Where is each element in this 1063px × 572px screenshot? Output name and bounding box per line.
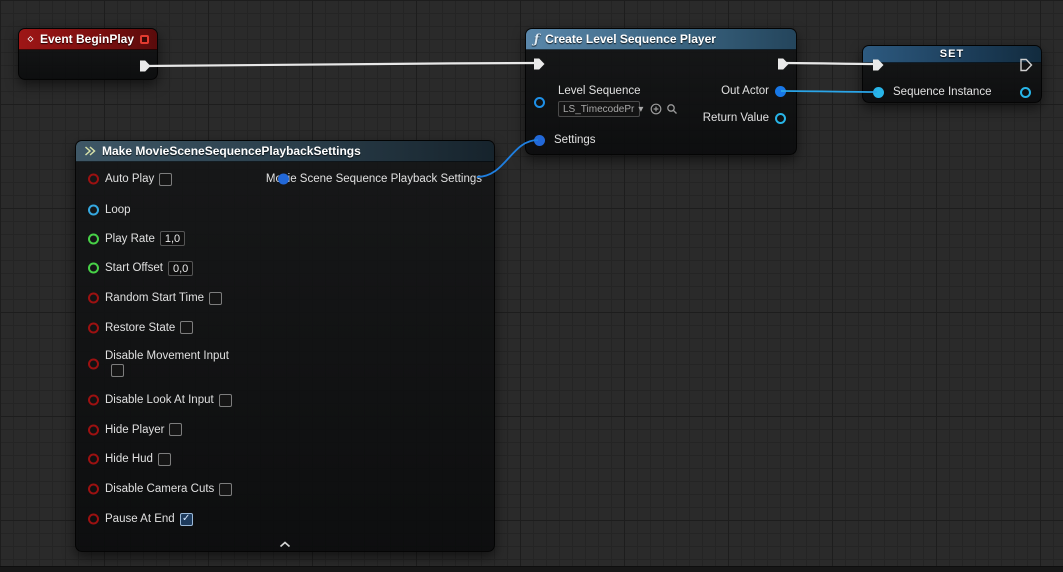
hide-hud-label: Hide Hud	[105, 453, 153, 465]
graph-bottom-edge	[0, 566, 1063, 572]
disable-camera-cuts-checkbox[interactable]	[219, 483, 232, 496]
make-struct-icon	[84, 145, 96, 157]
hide-player-label: Hide Player	[105, 424, 164, 436]
browse-asset-icon[interactable]	[665, 102, 678, 115]
level-sequence-label: Level Sequence	[558, 85, 640, 97]
restore-state-pin[interactable]	[88, 322, 99, 333]
return-value-pin[interactable]	[775, 113, 786, 124]
random-start-time-label: Random Start Time	[105, 292, 204, 304]
start-offset-pin[interactable]	[88, 263, 99, 274]
node-title: Create Level Sequence Player	[545, 32, 716, 46]
level-sequence-value: LS_TimecodePr	[563, 104, 634, 115]
disable-look-at-input-checkbox[interactable]	[219, 394, 232, 407]
create-player-header: ƒ Create Level Sequence Player	[526, 29, 796, 50]
play-rate-input[interactable]: 1,0	[160, 231, 185, 246]
pin-row-hide-player: Hide Player	[76, 415, 494, 444]
pin-row-auto-play: Auto Play Movie Scene Sequence Playback …	[76, 162, 494, 196]
set-header: SET	[863, 46, 1041, 63]
blueprint-graph-canvas[interactable]: Event BeginPlay ƒ Create Level Sequence …	[0, 0, 1063, 572]
loop-label: Loop	[105, 204, 131, 216]
exec-wire-create-to-set[interactable]	[784, 63, 877, 64]
play-rate-label: Play Rate	[105, 233, 155, 245]
node-title: Event BeginPlay	[40, 32, 134, 46]
pause-at-end-label: Pause At End	[105, 513, 175, 525]
level-sequence-dropdown[interactable]: LS_TimecodePr ▾	[558, 101, 640, 117]
pin-row-loop: Loop	[76, 196, 494, 224]
playback-settings-output-pin[interactable]	[278, 174, 289, 185]
pin-row-hide-hud: Hide Hud	[76, 444, 494, 474]
node-create-level-sequence-player[interactable]: ƒ Create Level Sequence Player Level Seq…	[525, 28, 797, 155]
out-actor-row: Out Actor	[721, 85, 786, 97]
auto-play-label: Auto Play	[105, 173, 154, 185]
disable-movement-input-pin[interactable]	[88, 358, 99, 369]
pin-row-random-start-time: Random Start Time	[76, 283, 494, 313]
exec-out-pin[interactable]	[1019, 58, 1033, 72]
hide-player-pin[interactable]	[88, 424, 99, 435]
pin-row-disable-movement-input: Disable Movement Input	[76, 342, 494, 385]
disable-movement-input-group: Disable Movement Input	[105, 350, 229, 377]
hide-hud-checkbox[interactable]	[158, 453, 171, 466]
auto-play-checkbox[interactable]	[159, 173, 172, 186]
exec-wire-beginplay-to-create[interactable]	[146, 63, 537, 66]
return-value-label: Return Value	[703, 112, 769, 124]
loop-pin[interactable]	[88, 205, 99, 216]
random-start-time-checkbox[interactable]	[209, 292, 222, 305]
collapse-chevron-icon[interactable]	[279, 541, 291, 548]
level-sequence-pin[interactable]	[534, 97, 545, 108]
disable-movement-input-label: Disable Movement Input	[105, 350, 229, 362]
hide-player-checkbox[interactable]	[169, 423, 182, 436]
pin-row-restore-state: Restore State	[76, 313, 494, 342]
delegate-pin[interactable]	[140, 35, 149, 44]
out-actor-label: Out Actor	[721, 85, 769, 97]
collapse-row	[76, 534, 494, 554]
output-group: Movie Scene Sequence Playback Settings	[266, 173, 482, 185]
return-value-row: Return Value	[703, 112, 786, 124]
make-settings-header: Make MovieSceneSequencePlaybackSettings	[76, 141, 494, 162]
pause-at-end-pin[interactable]	[88, 514, 99, 525]
node-event-beginplay[interactable]: Event BeginPlay	[18, 28, 158, 80]
disable-camera-cuts-pin[interactable]	[88, 484, 99, 495]
set-output-pin[interactable]	[1020, 87, 1031, 98]
node-make-playback-settings[interactable]: Make MovieSceneSequencePlaybackSettings …	[75, 140, 495, 552]
restore-state-checkbox[interactable]	[180, 321, 193, 334]
start-offset-input[interactable]: 0,0	[168, 261, 193, 276]
pause-at-end-checkbox[interactable]	[180, 513, 193, 526]
disable-movement-input-checkbox[interactable]	[111, 364, 124, 377]
disable-look-at-input-pin[interactable]	[88, 395, 99, 406]
pin-row-pause-at-end: Pause At End	[76, 504, 494, 534]
pin-row-disable-look-at-input: Disable Look At Input	[76, 385, 494, 415]
pin-row-play-rate: Play Rate 1,0	[76, 224, 494, 253]
restore-state-label: Restore State	[105, 322, 175, 334]
use-selected-asset-icon[interactable]	[649, 102, 662, 115]
disable-camera-cuts-label: Disable Camera Cuts	[105, 483, 214, 495]
settings-label: Settings	[554, 134, 596, 146]
start-offset-label: Start Offset	[105, 262, 163, 274]
auto-play-pin[interactable]	[88, 174, 99, 185]
event-diamond-icon	[27, 33, 34, 45]
data-wire-outactor-to-sequenceinstance[interactable]	[781, 91, 877, 92]
node-title: Make MovieSceneSequencePlaybackSettings	[102, 144, 361, 158]
sequence-instance-label: Sequence Instance	[893, 86, 991, 98]
node-set-sequence-instance[interactable]: SET Sequence Instance	[862, 45, 1042, 103]
playback-settings-output-label: Movie Scene Sequence Playback Settings	[266, 173, 482, 185]
disable-look-at-input-label: Disable Look At Input	[105, 394, 214, 406]
pin-row-disable-camera-cuts: Disable Camera Cuts	[76, 474, 494, 504]
chevron-down-icon: ▾	[638, 104, 643, 115]
function-icon: ƒ	[534, 32, 539, 46]
node-title: SET	[940, 48, 964, 60]
play-rate-pin[interactable]	[88, 233, 99, 244]
event-beginplay-header: Event BeginPlay	[19, 29, 157, 50]
hide-hud-pin[interactable]	[88, 454, 99, 465]
random-start-time-pin[interactable]	[88, 293, 99, 304]
pin-row-start-offset: Start Offset 0,0	[76, 253, 494, 283]
